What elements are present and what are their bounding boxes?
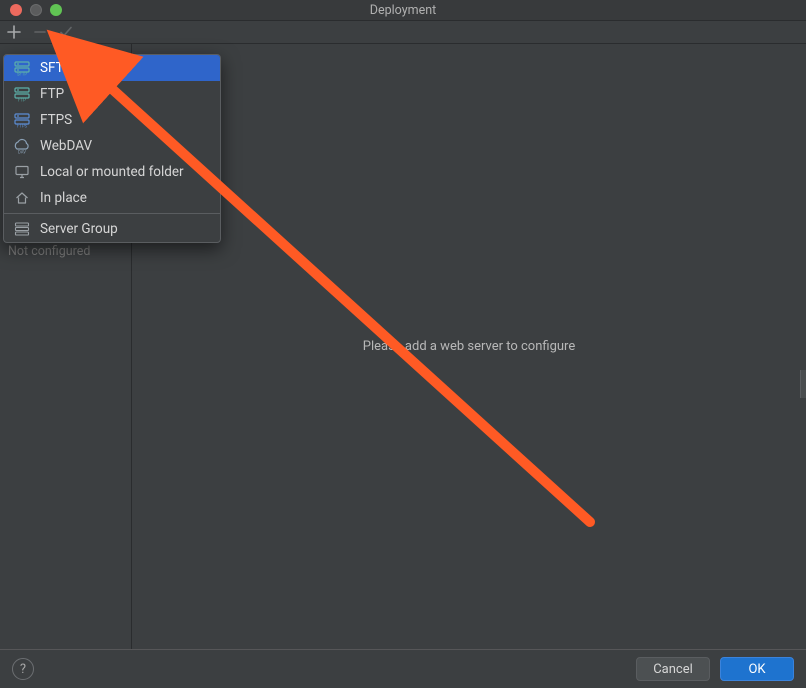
toolbar xyxy=(0,21,806,44)
menu-item-server-group[interactable]: Server Group xyxy=(4,216,220,242)
menu-item-ftps[interactable]: FTPS FTPS xyxy=(4,107,220,133)
menu-item-label: SFTP xyxy=(40,60,72,76)
dialog-footer: ? Cancel OK xyxy=(0,649,806,688)
help-icon: ? xyxy=(20,662,26,677)
window-titlebar[interactable]: Deployment xyxy=(0,0,806,21)
remove-button xyxy=(32,24,48,40)
minimize-window-button[interactable] xyxy=(30,4,42,16)
footer-buttons: Cancel OK xyxy=(636,657,794,681)
svg-text:FTP: FTP xyxy=(18,99,26,103)
set-default-button xyxy=(58,24,74,40)
menu-item-inplace[interactable]: In place xyxy=(4,185,220,211)
webdav-icon: DAV xyxy=(14,138,30,154)
close-window-button[interactable] xyxy=(10,4,22,16)
svg-text:SFTP: SFTP xyxy=(17,73,27,77)
menu-item-label: FTP xyxy=(40,86,64,102)
server-group-icon xyxy=(14,221,30,237)
server-ftp-icon: FTP xyxy=(14,86,30,102)
menu-separator xyxy=(4,213,220,214)
menu-item-label: WebDAV xyxy=(40,138,92,154)
home-icon xyxy=(14,190,30,206)
add-button[interactable] xyxy=(6,24,22,40)
svg-text:FTPS: FTPS xyxy=(17,125,27,129)
check-icon xyxy=(59,25,73,39)
cancel-button[interactable]: Cancel xyxy=(636,657,710,681)
menu-item-local[interactable]: Local or mounted folder xyxy=(4,159,220,185)
server-sftp-icon: SFTP xyxy=(14,60,30,76)
main-prompt: Please add a web server to configure xyxy=(363,339,575,354)
ok-button[interactable]: OK xyxy=(720,657,794,681)
menu-item-ftp[interactable]: FTP FTP xyxy=(4,81,220,107)
menu-item-label: FTPS xyxy=(40,112,72,128)
main-panel: Please add a web server to configure xyxy=(132,44,806,649)
add-server-menu: SFTP SFTP FTP FTP FTPS FTPS DAV WebDAV L… xyxy=(3,54,221,243)
svg-text:DAV: DAV xyxy=(18,151,26,155)
server-ftps-icon: FTPS xyxy=(14,112,30,128)
menu-item-sftp[interactable]: SFTP SFTP xyxy=(4,55,220,81)
plus-icon xyxy=(7,25,21,39)
minus-icon xyxy=(33,25,47,39)
help-button[interactable]: ? xyxy=(12,658,34,680)
right-edge-handle[interactable] xyxy=(800,370,806,398)
menu-item-webdav[interactable]: DAV WebDAV xyxy=(4,133,220,159)
window-controls xyxy=(0,4,62,16)
window-title: Deployment xyxy=(0,3,806,18)
zoom-window-button[interactable] xyxy=(50,4,62,16)
menu-item-label: In place xyxy=(40,190,87,206)
sidebar-empty-text: Not configured xyxy=(8,244,90,259)
monitor-icon xyxy=(14,164,30,180)
menu-item-label: Local or mounted folder xyxy=(40,164,184,180)
menu-item-label: Server Group xyxy=(40,221,118,237)
